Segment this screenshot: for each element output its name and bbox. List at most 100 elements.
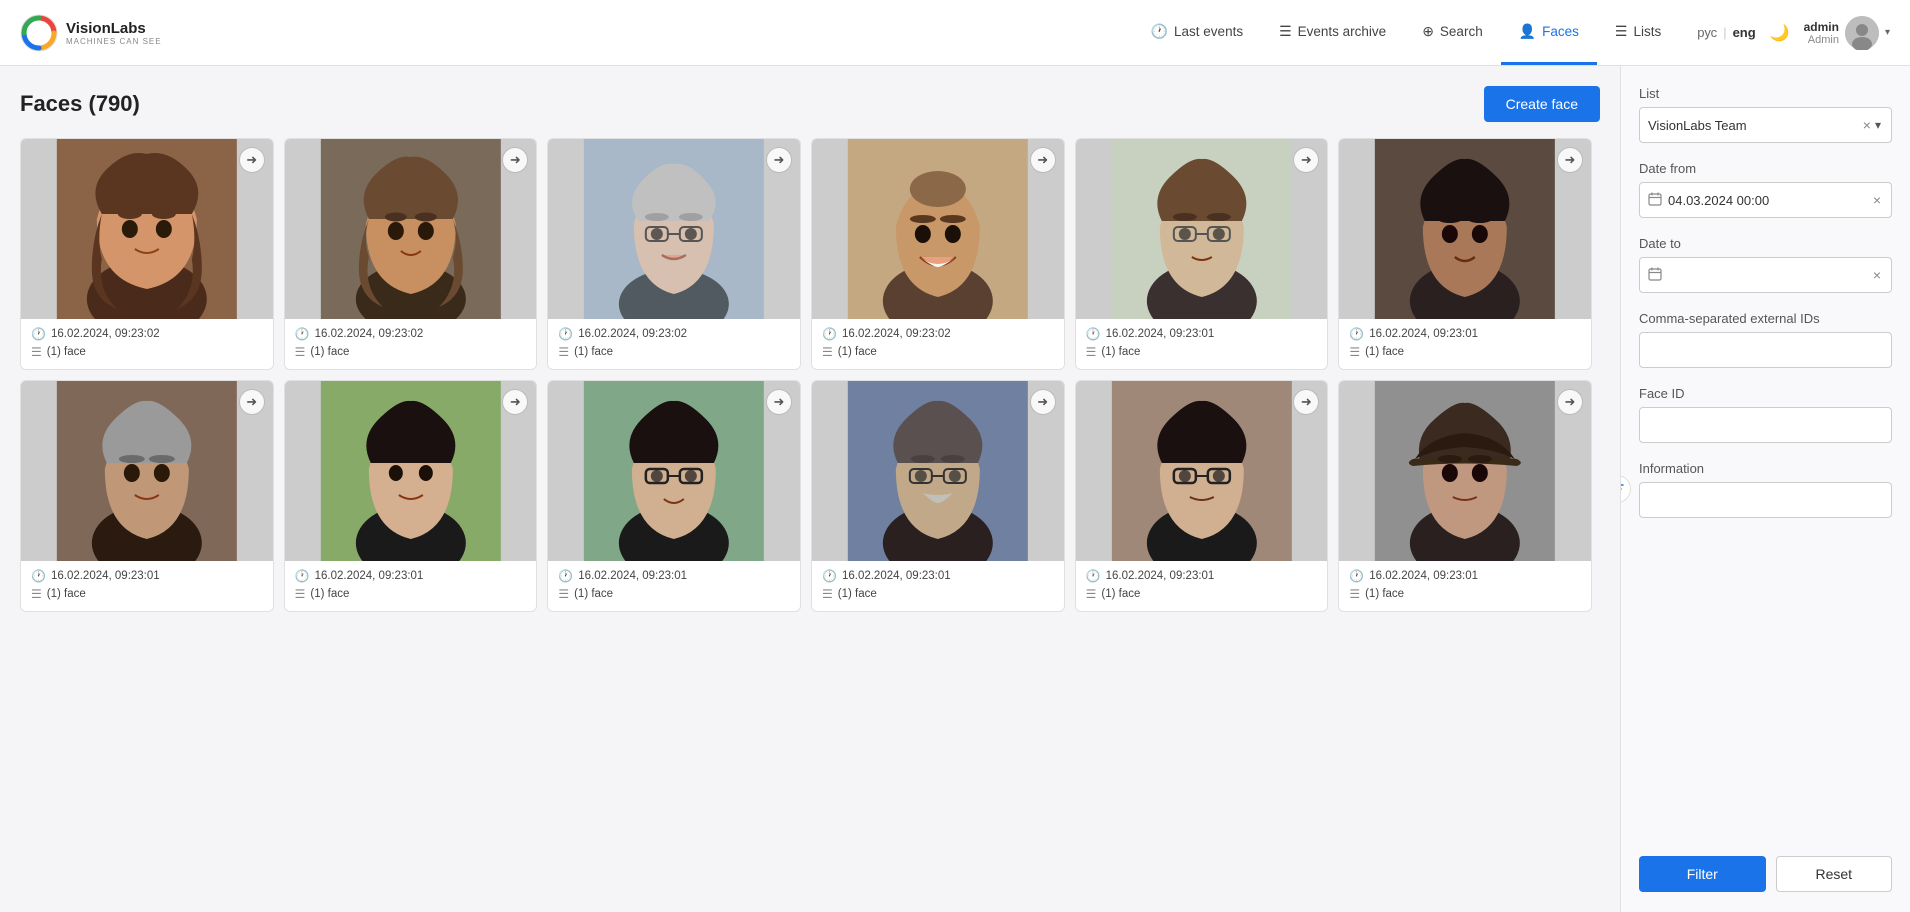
- face-date-value: 16.02.2024, 09:23:01: [1106, 570, 1215, 582]
- face-date: 🕐 16.02.2024, 09:23:01: [822, 569, 1054, 583]
- face-link-button[interactable]: ➜: [1030, 147, 1056, 173]
- face-link-button[interactable]: ➜: [766, 147, 792, 173]
- face-list-info: ☰ (1) face: [1086, 345, 1318, 359]
- face-date: 🕐 16.02.2024, 09:23:01: [1349, 569, 1581, 583]
- user-menu-chevron-icon: ▾: [1885, 27, 1890, 38]
- face-link-button[interactable]: ➜: [1557, 389, 1583, 415]
- face-list-info: ☰ (1) face: [822, 345, 1054, 359]
- clock-icon: 🕐: [822, 327, 837, 341]
- face-card[interactable]: ➜ 🕐 16.02.2024, 09:23:02 ☰ (1) face: [547, 138, 801, 370]
- face-list-value: (1) face: [1101, 588, 1140, 600]
- face-card[interactable]: ➜ 🕐 16.02.2024, 09:23:01 ☰ (1) face: [811, 380, 1065, 612]
- user-area[interactable]: admin Admin ▾: [1804, 16, 1890, 50]
- nav-lists[interactable]: ☰ Lists: [1597, 1, 1679, 65]
- list-filter-dropdown-button[interactable]: ▾: [1873, 118, 1883, 132]
- language-toggle[interactable]: рус | eng: [1697, 25, 1755, 40]
- date-to-input-container[interactable]: ×: [1639, 257, 1892, 293]
- calendar-to-icon: [1648, 267, 1662, 284]
- face-list-value: (1) face: [1101, 346, 1140, 358]
- list-filter-select[interactable]: VisionLabs Team × ▾: [1639, 107, 1892, 143]
- date-to-clear-button[interactable]: ×: [1871, 267, 1883, 283]
- face-info: 🕐 16.02.2024, 09:23:02 ☰ (1) face: [285, 319, 537, 369]
- list-icon: ☰: [558, 345, 569, 359]
- information-input[interactable]: [1639, 482, 1892, 518]
- face-date: 🕐 16.02.2024, 09:23:02: [558, 327, 790, 341]
- face-card[interactable]: ➜ 🕐 16.02.2024, 09:23:01 ☰ (1) face: [1075, 138, 1329, 370]
- list-icon: ☰: [1349, 345, 1360, 359]
- face-image-container: ➜: [1076, 381, 1328, 561]
- face-info: 🕐 16.02.2024, 09:23:01 ☰ (1) face: [548, 561, 800, 611]
- user-name: admin: [1804, 20, 1839, 34]
- face-link-button[interactable]: ➜: [1030, 389, 1056, 415]
- face-link-button[interactable]: ➜: [766, 389, 792, 415]
- list-filter-clear-button[interactable]: ×: [1861, 117, 1873, 133]
- theme-toggle-button[interactable]: 🌙: [1770, 23, 1790, 43]
- face-link-button[interactable]: ➜: [239, 147, 265, 173]
- face-image-container: ➜: [285, 381, 537, 561]
- list-icon: ☰: [1086, 587, 1097, 601]
- face-image-container: ➜: [1339, 381, 1591, 561]
- face-info: 🕐 16.02.2024, 09:23:01 ☰ (1) face: [1076, 561, 1328, 611]
- face-card[interactable]: ➜ 🕐 16.02.2024, 09:23:01 ☰ (1) face: [1075, 380, 1329, 612]
- external-ids-label: Comma-separated external IDs: [1639, 311, 1892, 326]
- date-from-value: 04.03.2024 00:00: [1668, 193, 1865, 208]
- date-from-input-container[interactable]: 04.03.2024 00:00 ×: [1639, 182, 1892, 218]
- face-date: 🕐 16.02.2024, 09:23:01: [31, 569, 263, 583]
- face-list-value: (1) face: [838, 588, 877, 600]
- filter-toggle-icon[interactable]: [1620, 475, 1631, 503]
- face-date-value: 16.02.2024, 09:23:02: [315, 328, 424, 340]
- face-list-info: ☰ (1) face: [295, 345, 527, 359]
- face-card[interactable]: ➜ 🕐 16.02.2024, 09:23:01 ☰ (1) face: [547, 380, 801, 612]
- face-image-container: ➜: [21, 381, 273, 561]
- face-list-info: ☰ (1) face: [1349, 587, 1581, 601]
- face-id-input[interactable]: [1639, 407, 1892, 443]
- logo-area[interactable]: VisionLabs MACHINES CAN SEE: [20, 14, 162, 52]
- face-card[interactable]: ➜ 🕐 16.02.2024, 09:23:01 ☰ (1) face: [20, 380, 274, 612]
- lang-eng[interactable]: eng: [1733, 25, 1756, 40]
- face-link-button[interactable]: ➜: [1557, 147, 1583, 173]
- avatar: [1845, 16, 1879, 50]
- face-date-value: 16.02.2024, 09:23:01: [842, 570, 951, 582]
- face-info: 🕐 16.02.2024, 09:23:01 ☰ (1) face: [285, 561, 537, 611]
- list-filter-group: List VisionLabs Team × ▾: [1639, 86, 1892, 143]
- list-filter-value: VisionLabs Team: [1648, 118, 1861, 133]
- nav-faces[interactable]: 👤 Faces: [1501, 1, 1597, 65]
- filter-button[interactable]: Filter: [1639, 856, 1766, 892]
- nav-search-label: Search: [1440, 24, 1483, 39]
- face-image-container: ➜: [21, 139, 273, 319]
- page-header: Faces (790) Create face: [20, 86, 1600, 122]
- list-icon: ☰: [31, 345, 42, 359]
- face-card[interactable]: ➜ 🕐 16.02.2024, 09:23:01 ☰ (1) face: [1338, 380, 1592, 612]
- person-icon: 👤: [1519, 23, 1536, 40]
- face-card[interactable]: ➜ 🕐 16.02.2024, 09:23:02 ☰ (1) face: [20, 138, 274, 370]
- face-card[interactable]: ➜ 🕐 16.02.2024, 09:23:02 ☰ (1) face: [284, 138, 538, 370]
- clock-icon: 🕐: [1349, 569, 1364, 583]
- clock-icon: 🕐: [295, 327, 310, 341]
- face-id-filter-group: Face ID: [1639, 386, 1892, 443]
- nav-events-archive-label: Events archive: [1298, 24, 1387, 39]
- face-card[interactable]: ➜ 🕐 16.02.2024, 09:23:01 ☰ (1) face: [1338, 138, 1592, 370]
- main-nav: 🕐 Last events ☰ Events archive ⊕ Search …: [1133, 1, 1680, 65]
- lang-rus[interactable]: рус: [1697, 25, 1717, 40]
- face-link-button[interactable]: ➜: [239, 389, 265, 415]
- face-date: 🕐 16.02.2024, 09:23:01: [295, 569, 527, 583]
- face-list-info: ☰ (1) face: [822, 587, 1054, 601]
- face-info: 🕐 16.02.2024, 09:23:02 ☰ (1) face: [548, 319, 800, 369]
- face-list-value: (1) face: [310, 588, 349, 600]
- nav-events-archive[interactable]: ☰ Events archive: [1261, 1, 1404, 65]
- face-card[interactable]: ➜ 🕐 16.02.2024, 09:23:02 ☰ (1) face: [811, 138, 1065, 370]
- face-image-container: ➜: [812, 381, 1064, 561]
- app-name: VisionLabs: [66, 20, 162, 37]
- reset-button[interactable]: Reset: [1776, 856, 1893, 892]
- create-face-button[interactable]: Create face: [1484, 86, 1600, 122]
- filter-panel: List VisionLabs Team × ▾ Date from 04.03…: [1620, 66, 1910, 912]
- face-info: 🕐 16.02.2024, 09:23:01 ☰ (1) face: [1339, 561, 1591, 611]
- face-card[interactable]: ➜ 🕐 16.02.2024, 09:23:01 ☰ (1) face: [284, 380, 538, 612]
- nav-search[interactable]: ⊕ Search: [1404, 1, 1501, 65]
- face-info: 🕐 16.02.2024, 09:23:01 ☰ (1) face: [812, 561, 1064, 611]
- face-date: 🕐 16.02.2024, 09:23:02: [31, 327, 263, 341]
- external-ids-input[interactable]: [1639, 332, 1892, 368]
- nav-last-events[interactable]: 🕐 Last events: [1133, 1, 1261, 65]
- face-id-label: Face ID: [1639, 386, 1892, 401]
- date-from-clear-button[interactable]: ×: [1871, 192, 1883, 208]
